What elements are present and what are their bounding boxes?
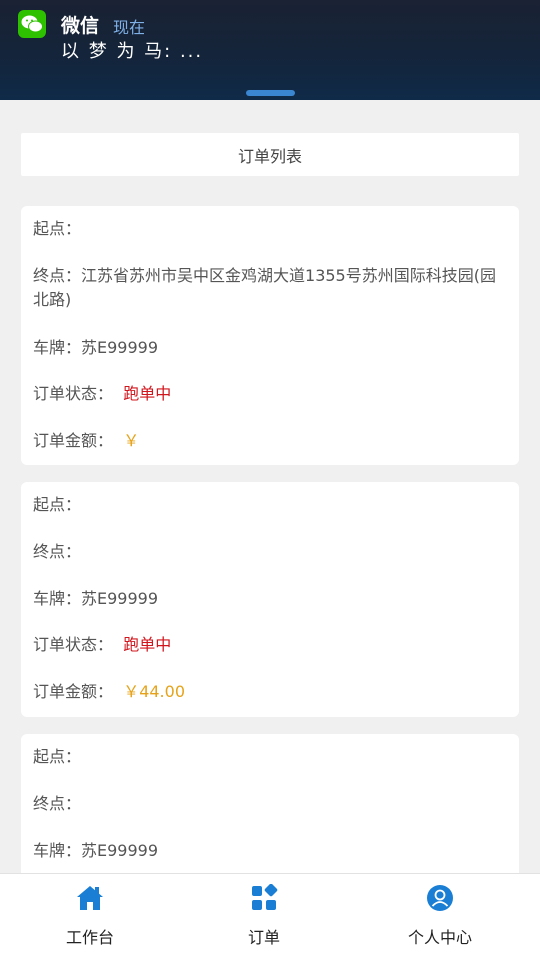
plate-value: 苏E99999 <box>81 589 159 608</box>
notification-app-name: 微信 <box>61 15 100 37</box>
order-start-row: 起点： <box>33 745 505 769</box>
plate-label: 车牌： <box>33 841 82 860</box>
order-end-row: 终点：江苏省苏州市吴中区金鸡湖大道1355号苏州国际科技园(园北路) <box>33 264 505 312</box>
order-plate-row: 车牌：苏E99999 <box>33 839 505 863</box>
status-label: 订单状态： <box>33 384 114 403</box>
order-start-row: 起点： <box>33 217 505 241</box>
page-title: 订单列表 <box>21 133 519 176</box>
amount-label: 订单金额： <box>33 682 114 701</box>
order-amount-row: 订单金额： ￥ <box>33 429 505 453</box>
order-end-row: 终点： <box>33 540 505 564</box>
user-icon <box>426 884 454 912</box>
grid-icon <box>250 883 278 912</box>
notification-message: 以 梦 为 马: ... <box>61 41 204 62</box>
order-card[interactable]: 起点： 终点： 车牌：苏E99999 <box>21 734 519 894</box>
amount-value: ￥44.00 <box>123 682 185 701</box>
notification-time: 现在 <box>113 18 146 37</box>
wechat-icon <box>18 10 46 38</box>
amount-value: ￥ <box>123 431 140 450</box>
order-plate-row: 车牌：苏E99999 <box>33 587 505 611</box>
end-label: 终点： <box>33 794 82 813</box>
order-status-row: 订单状态： 跑单中 <box>33 633 505 657</box>
order-card[interactable]: 起点： 终点： 车牌：苏E99999 订单状态： 跑单中 订单金额： ￥44.0… <box>21 482 519 717</box>
tab-profile[interactable]: 个人中心 <box>350 874 530 960</box>
plate-label: 车牌： <box>33 338 82 357</box>
order-start-row: 起点： <box>33 493 505 517</box>
end-label: 终点： <box>33 542 82 561</box>
amount-label: 订单金额： <box>33 431 114 450</box>
home-icon <box>76 884 104 912</box>
plate-value: 苏E99999 <box>81 338 159 357</box>
status-label: 订单状态： <box>33 635 114 654</box>
bottom-tab-bar: 工作台 订单 个人中心 <box>0 873 540 960</box>
plate-label: 车牌： <box>33 589 82 608</box>
status-value: 跑单中 <box>123 635 172 654</box>
start-label: 起点： <box>33 495 82 514</box>
end-value: 江苏省苏州市吴中区金鸡湖大道1355号苏州国际科技园(园北路) <box>33 266 496 309</box>
start-label: 起点： <box>33 747 82 766</box>
tab-workbench[interactable]: 工作台 <box>0 874 180 960</box>
tab-profile-label: 个人中心 <box>407 928 472 947</box>
status-value: 跑单中 <box>123 384 172 403</box>
wechat-notification-banner[interactable]: 微信 现在 以 梦 为 马: ... <box>0 0 540 100</box>
end-label: 终点： <box>33 266 82 285</box>
start-label: 起点： <box>33 219 82 238</box>
order-status-row: 订单状态： 跑单中 <box>33 382 505 406</box>
tab-orders-label: 订单 <box>247 928 280 947</box>
tab-orders[interactable]: 订单 <box>174 874 354 960</box>
notification-drag-handle[interactable] <box>246 90 295 96</box>
plate-value: 苏E99999 <box>81 841 159 860</box>
order-plate-row: 车牌：苏E99999 <box>33 336 505 360</box>
page-title-text: 订单列表 <box>237 146 302 166</box>
order-card[interactable]: 起点： 终点：江苏省苏州市吴中区金鸡湖大道1355号苏州国际科技园(园北路) 车… <box>21 206 519 465</box>
order-amount-row: 订单金额： ￥44.00 <box>33 680 505 704</box>
tab-workbench-label: 工作台 <box>65 928 114 947</box>
order-end-row: 终点： <box>33 792 505 816</box>
